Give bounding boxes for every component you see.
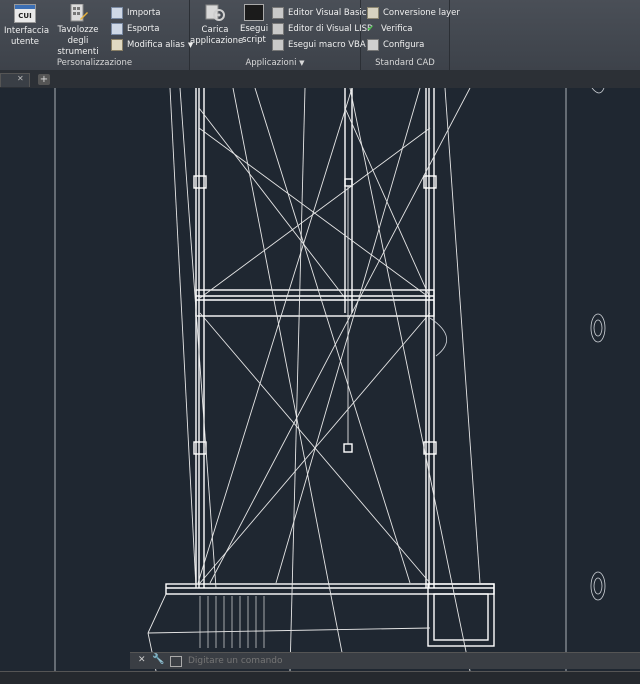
edit-alias-icon: [111, 38, 123, 51]
cui-icon: CUI: [14, 4, 36, 23]
panel-standard-cad: Conversione layer ✔ Verifica Configura St…: [361, 0, 460, 70]
ribbon: CUI Interfaccia utente Tavolozze degli s…: [0, 0, 640, 71]
run-script-icon: [244, 4, 264, 21]
wrench-icon[interactable]: 🔧: [152, 654, 164, 665]
utente-label: utente: [11, 37, 39, 47]
drawing-tab-strip: ✕ +: [0, 70, 640, 89]
interfaccia-utente-button[interactable]: CUI Interfaccia utente: [4, 4, 50, 48]
esporta-button[interactable]: Esporta: [111, 22, 159, 36]
esegui-macro-vba-button[interactable]: Esegui macro VBA: [272, 38, 366, 52]
editor-vb-label: Editor Visual Basic: [288, 8, 367, 18]
interfaccia-label: Interfaccia: [4, 26, 50, 36]
modifica-alias-button[interactable]: Modifica alias ▼: [111, 38, 193, 52]
plus-icon: +: [39, 74, 49, 85]
applicazione-label: applicazione: [190, 36, 244, 46]
tool-palettes-icon: [67, 3, 89, 22]
importa-label: Importa: [127, 8, 161, 18]
editor-lisp-label: Editor di Visual LISP: [288, 24, 373, 34]
panel-title-applicazioni[interactable]: Applicazioni ▼: [190, 58, 360, 68]
panel-applicazioni: Carica applicazione Esegui script Editor…: [190, 0, 372, 70]
drawing-canvas[interactable]: [0, 87, 640, 672]
carica-applicazione-button[interactable]: Carica applicazione: [190, 4, 244, 47]
command-line[interactable]: ✕ 🔧: [130, 652, 640, 669]
status-bar: [0, 671, 640, 684]
command-input[interactable]: [186, 654, 630, 668]
tavolozze-label: Tavolozze degli: [57, 25, 99, 46]
command-prompt-icon[interactable]: [170, 656, 182, 667]
close-icon[interactable]: ✕: [138, 655, 146, 665]
esegui-macro-label: Esegui macro VBA: [288, 40, 366, 50]
visual-basic-icon: [272, 6, 284, 19]
strumenti-label: strumenti: [57, 47, 99, 57]
esporta-label: Esporta: [127, 24, 160, 34]
esegui-script-button[interactable]: Esegui script: [240, 4, 268, 46]
conversione-label: Conversione layer: [383, 8, 460, 18]
checkmark-icon: ✔: [367, 24, 375, 34]
esegui-label: Esegui: [240, 24, 269, 34]
panel-personalizzazione: CUI Interfaccia utente Tavolozze degli s…: [0, 0, 193, 70]
close-icon[interactable]: ✕: [17, 74, 24, 83]
panel-title-standard-cad: Standard CAD: [375, 58, 435, 68]
verifica-label: Verifica: [381, 24, 413, 34]
applicazioni-title-label: Applicazioni: [245, 58, 297, 68]
carica-label: Carica: [201, 25, 229, 35]
chevron-down-icon: ▼: [299, 59, 305, 67]
load-application-icon: [204, 4, 226, 22]
modifica-alias-label: Modifica alias: [127, 40, 185, 50]
add-tab-button[interactable]: +: [38, 74, 50, 85]
export-icon: [111, 22, 123, 35]
editor-visual-lisp-button[interactable]: Editor di Visual LISP: [272, 22, 372, 36]
verifica-button[interactable]: ✔ Verifica: [367, 22, 412, 36]
importa-button[interactable]: Importa: [111, 6, 160, 20]
configure-icon: [367, 38, 379, 51]
conversione-layer-button[interactable]: Conversione layer: [367, 6, 460, 20]
import-icon: [111, 6, 123, 19]
visual-lisp-icon: [272, 22, 284, 35]
editor-visual-basic-button[interactable]: Editor Visual Basic: [272, 6, 366, 20]
panel-title-personalizzazione: Personalizzazione: [56, 58, 133, 68]
script-label: script: [242, 35, 266, 45]
configura-button[interactable]: Configura: [367, 38, 424, 52]
cad-drawing: [0, 87, 640, 672]
cui-icon-label: CUI: [18, 12, 32, 20]
layer-translate-icon: [367, 6, 379, 19]
configura-label: Configura: [383, 40, 425, 50]
vba-macro-icon: [272, 38, 284, 51]
drawing-tab[interactable]: ✕: [0, 73, 30, 87]
tavolozze-strumenti-button[interactable]: Tavolozze degli strumenti: [48, 3, 108, 58]
